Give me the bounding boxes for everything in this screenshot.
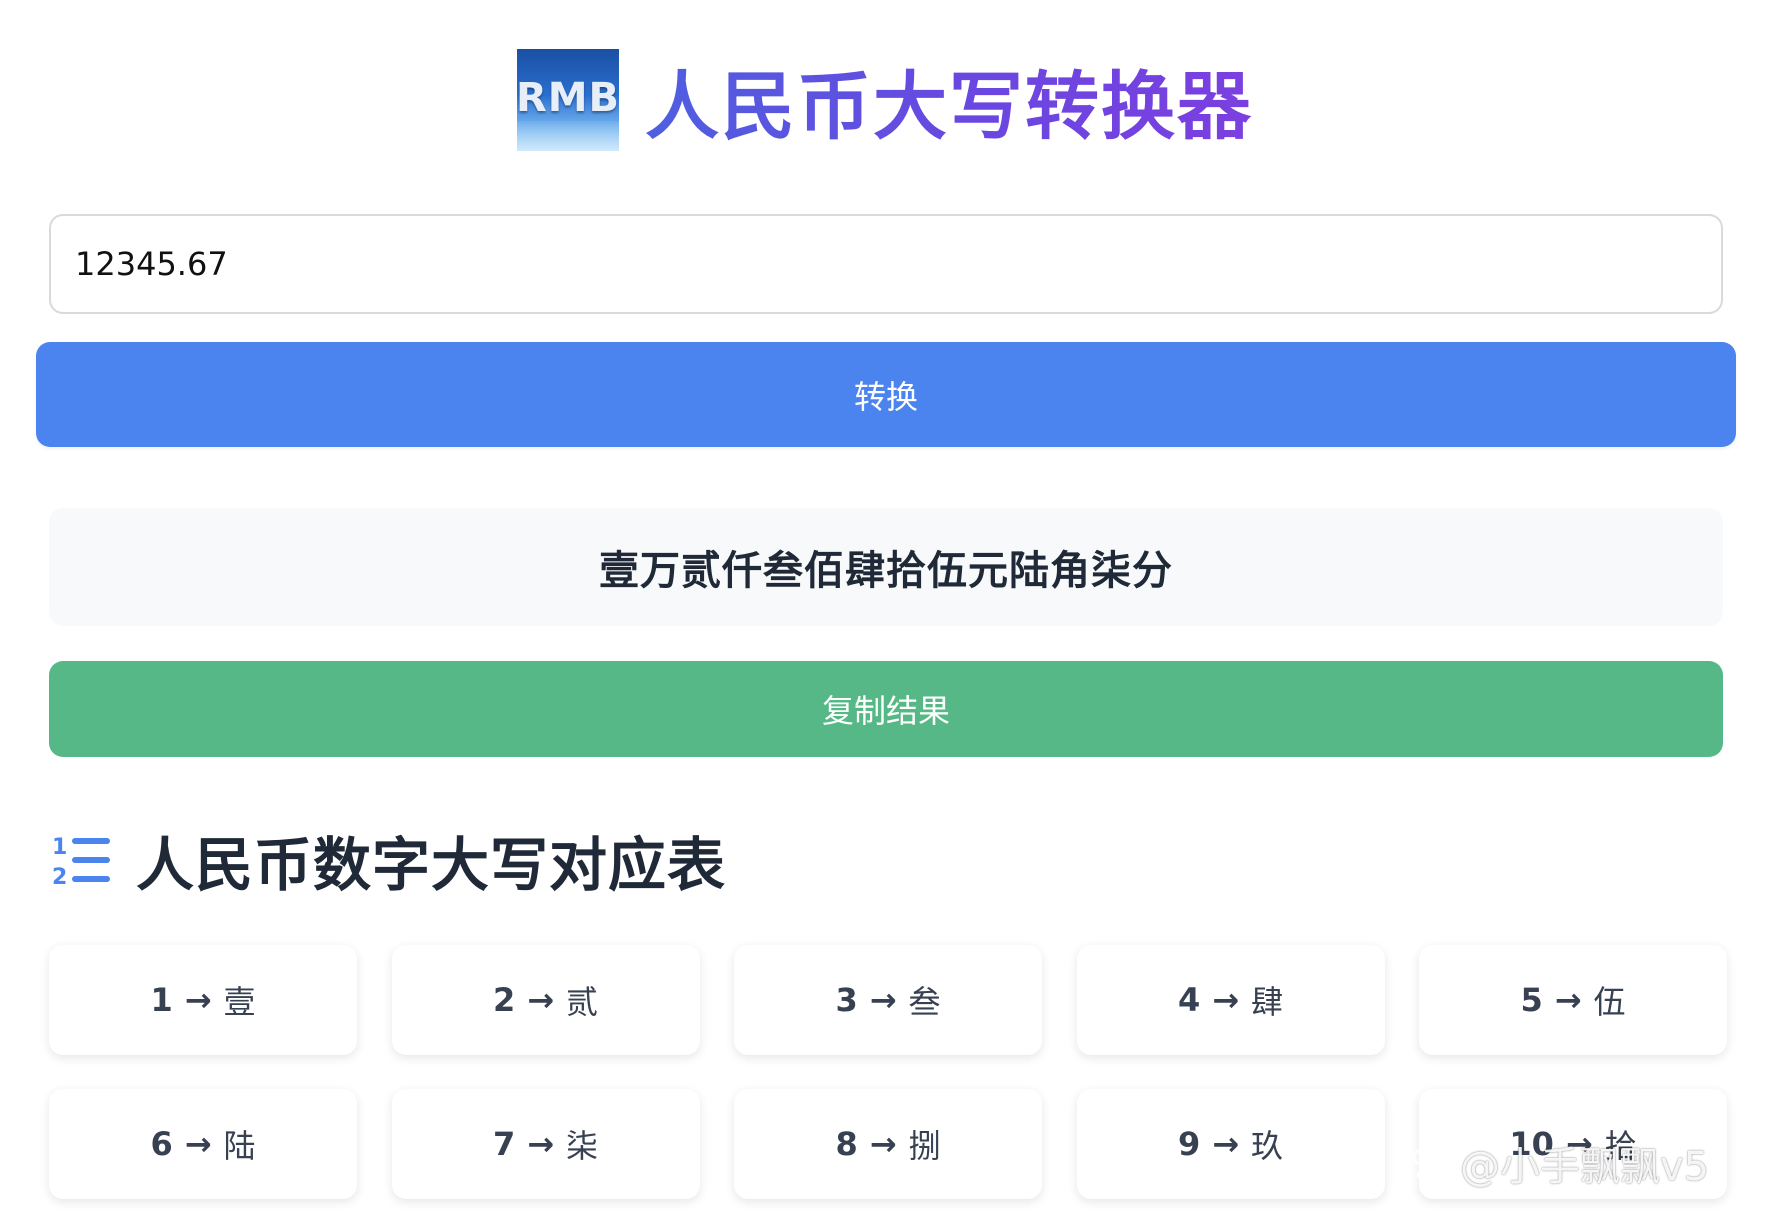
convert-button[interactable]: 转换 xyxy=(36,342,1736,447)
mapping-card: 2 → 贰 xyxy=(391,945,700,1055)
baidu-paw-icon xyxy=(1412,1143,1453,1182)
mapping-character: 壹 xyxy=(223,983,256,1021)
section-header: 1 2 人民币数字大写对应表 xyxy=(52,820,726,900)
arrow-icon: → xyxy=(184,981,212,1019)
amount-input[interactable] xyxy=(49,214,1723,314)
arrow-icon: → xyxy=(527,981,555,1019)
rmb-logo: RMB xyxy=(517,49,619,151)
arrow-icon: → xyxy=(869,981,897,1019)
mapping-character: 叁 xyxy=(908,983,941,1021)
mapping-character: 陆 xyxy=(223,1127,256,1165)
mapping-card: 6 → 陆 xyxy=(49,1089,357,1199)
mapping-number: 4 xyxy=(1177,981,1201,1019)
mapping-number: 5 xyxy=(1520,981,1543,1019)
rmb-converter-page: RMB 人民币大写转换器 转换 壹万贰仟叁佰肆拾伍元陆角柒分 复制结果 1 2 … xyxy=(0,0,1770,1214)
mapping-character: 捌 xyxy=(908,1127,941,1165)
svg-text:1: 1 xyxy=(52,835,67,860)
mapping-character: 贰 xyxy=(566,983,599,1021)
mapping-number: 9 xyxy=(1177,1125,1201,1163)
numbered-list-icon: 1 2 xyxy=(52,835,110,888)
arrow-icon: → xyxy=(1212,1125,1240,1163)
mapping-card: 1 → 壹 xyxy=(49,945,357,1055)
copy-result-button[interactable]: 复制结果 xyxy=(49,661,1723,757)
mapping-number: 1 xyxy=(150,981,173,1019)
mapping-character: 肆 xyxy=(1251,983,1284,1021)
mapping-number: 7 xyxy=(492,1125,516,1163)
mapping-number: 6 xyxy=(150,1125,173,1163)
mapping-card: 9 → 玖 xyxy=(1076,1089,1385,1199)
mapping-card: 8 → 捌 xyxy=(734,1089,1042,1199)
svg-text:2: 2 xyxy=(52,865,67,888)
mapping-number: 8 xyxy=(835,1125,858,1163)
mapping-character: 柒 xyxy=(566,1127,599,1165)
mapping-number: 2 xyxy=(492,981,516,1019)
mapping-character: 玖 xyxy=(1251,1127,1284,1165)
arrow-icon: → xyxy=(184,1125,212,1163)
mapping-card: 3 → 叁 xyxy=(734,945,1042,1055)
mapping-number: 3 xyxy=(835,981,858,1019)
header: RMB 人民币大写转换器 xyxy=(0,45,1770,155)
arrow-icon: → xyxy=(1554,981,1582,1019)
mapping-card: 5 → 伍 xyxy=(1419,945,1727,1055)
section-title: 人民币数字大写对应表 xyxy=(136,831,727,899)
app-title: 人民币大写转换器 xyxy=(645,47,1253,154)
result-display: 壹万贰仟叁佰肆拾伍元陆角柒分 xyxy=(49,508,1723,626)
watermark-text: @小手飘飘v5 xyxy=(1460,1144,1710,1190)
arrow-icon: → xyxy=(1212,981,1240,1019)
mapping-card: 4 → 肆 xyxy=(1076,945,1385,1055)
result-text: 壹万贰仟叁佰肆拾伍元陆角柒分 xyxy=(599,548,1173,594)
arrow-icon: → xyxy=(869,1125,897,1163)
watermark: @小手飘飘v5 xyxy=(1410,1134,1709,1192)
mapping-character: 伍 xyxy=(1593,983,1626,1021)
arrow-icon: → xyxy=(527,1125,555,1163)
logo-text: RMB xyxy=(517,75,619,121)
mapping-card: 7 → 柒 xyxy=(391,1089,700,1199)
